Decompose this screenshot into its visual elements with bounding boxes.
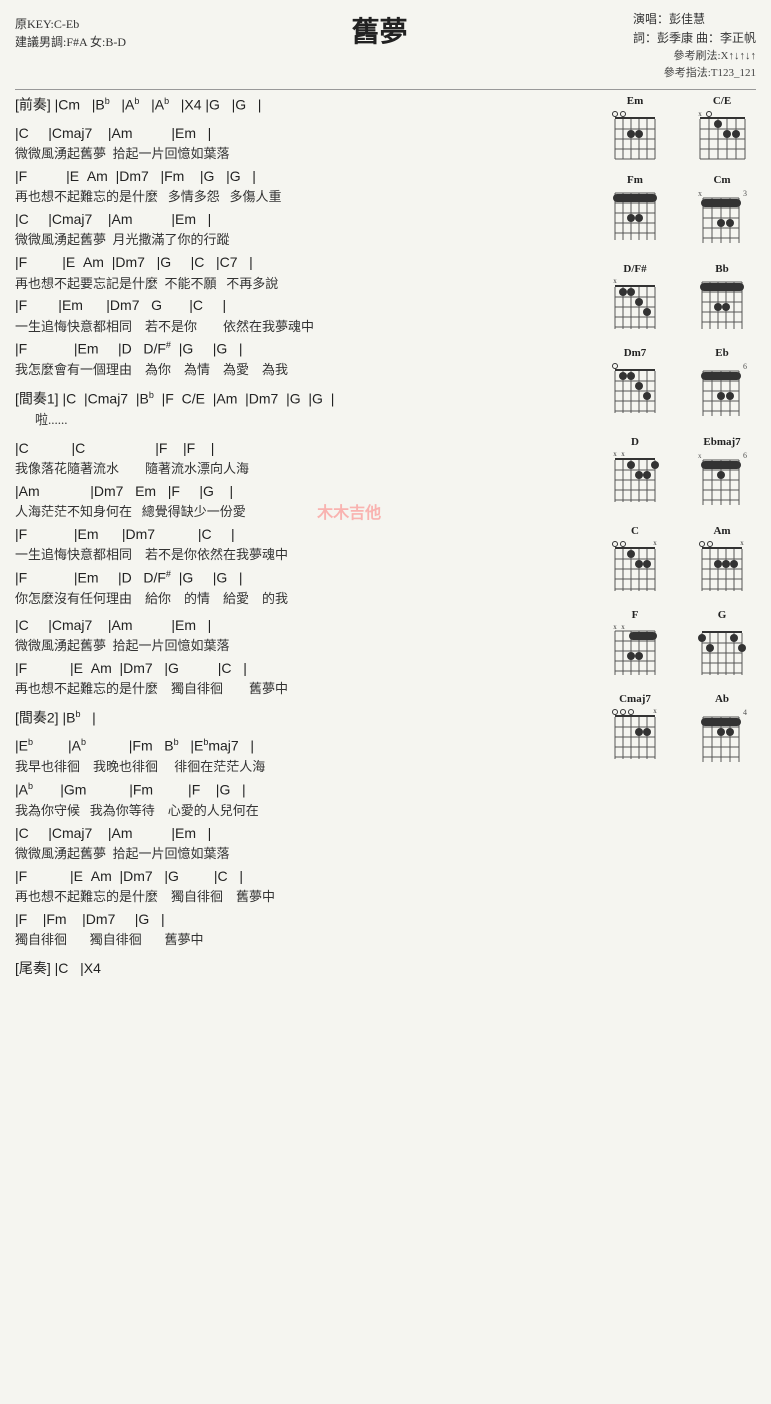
chord-am: Am x (688, 525, 756, 599)
svg-text:x: x (621, 623, 625, 631)
svg-text:x: x (621, 450, 625, 458)
interlude2: [間奏2] |Bb | (15, 708, 596, 728)
chord-row-3: D/F# x (601, 263, 756, 337)
chord-dm7: Dm7 (601, 347, 669, 426)
chord-em: Em (601, 95, 669, 164)
chord-g: G (688, 609, 756, 683)
key-info: 原KEY:C-Eb 建議男調:F#A 女:B-D (15, 10, 126, 51)
svg-text:6: 6 (743, 451, 747, 460)
svg-text:x: x (653, 539, 657, 547)
original-key: 原KEY:C-Eb (15, 15, 126, 33)
chord-bb: Bb (688, 263, 756, 337)
svg-text:x: x (613, 450, 617, 458)
verse1d: |F |E Am |Dm7 |G |C |C7 | 再也想不起要忘記是什麼 不能… (15, 253, 596, 293)
section-intro: [前奏] |Cm |Bb |Ab |Ab |X4 |G |G | (15, 95, 596, 115)
intro-label: [前奏] (15, 97, 55, 113)
chord-row-6: C x (601, 525, 756, 599)
verse3b: |F |E Am |Dm7 |G |C | 再也想不起難忘的是什麼 獨自徘徊 舊… (15, 659, 596, 699)
verse2c: |F |Em |Dm7 |C | 一生追悔快意都相同 若不是你依然在我夢魂中 (15, 525, 596, 565)
chord-diagrams: Em (601, 95, 756, 980)
score-area: [前奏] |Cm |Bb |Ab |Ab |X4 |G |G | |C |Cma… (15, 95, 596, 980)
intro-chords: [前奏] |Cm |Bb |Ab |Ab |X4 |G |G | (15, 95, 596, 115)
verse1f: |F |Em |D D/F# |G |G | 我怎麼會有一個理由 為你 為情 為… (15, 339, 596, 380)
chord-d: D x x (601, 436, 669, 515)
verse2a: |C |C |F |F | 我像落花隨著流水 隨著流水漂向人海 (15, 439, 596, 479)
svg-text:x: x (653, 707, 657, 715)
chord-ab: Ab 4 (688, 693, 756, 772)
suggestion-key: 建議男調:F#A 女:B-D (15, 33, 126, 51)
svg-text:x: x (613, 623, 617, 631)
verse1b: |F |E Am |Dm7 |Fm |G |G | 再也想不起難忘的是什麼 多情… (15, 167, 596, 207)
svg-text:4: 4 (743, 708, 747, 717)
header: 原KEY:C-Eb 建議男調:F#A 女:B-D 舊夢 演唱：彭佳慧 詞：彭季康… (15, 10, 756, 81)
chord-ebmaj7: Ebmaj7 6 x (688, 436, 756, 515)
verse2b: |Am |Dm7 Em |F |G | 人海茫茫不知身何在 總覺得缺少一份愛 木… (15, 482, 596, 522)
chord-cmaj7: Cmaj7 x (601, 693, 669, 772)
verse4c: |F |Fm |Dm7 |G | 獨自徘徊 獨自徘徊 舊夢中 (15, 910, 596, 950)
svg-text:3: 3 (743, 189, 747, 198)
verse2d: |F |Em |D D/F# |G |G | 你怎麼沒有任何理由 給你 的情 給… (15, 568, 596, 609)
verse1a: |C |Cmaj7 |Am |Em | 微微風湧起舊夢 拾起一片回憶如葉落 (15, 124, 596, 164)
chord-eb: Eb 6 (688, 347, 756, 426)
verse4a: |C |Cmaj7 |Am |Em | 微微風湧起舊夢 拾起一片回憶如葉落 (15, 824, 596, 864)
song-title: 舊夢 (126, 10, 633, 50)
chord-row-2: Fm (601, 174, 756, 253)
main-content: [前奏] |Cm |Bb |Ab |Ab |X4 |G |G | |C |Cma… (15, 95, 756, 980)
strumming-pattern: 參考刷法:X↑↓↑↓↑ 參考指法:T123_121 (633, 48, 756, 81)
chord-f: F x x (601, 609, 669, 683)
singer: 演唱：彭佳慧 (633, 10, 756, 29)
verse1c: |C |Cmaj7 |Am |Em | 微微風湧起舊夢 月光撒滿了你的行蹤 (15, 210, 596, 250)
page: 原KEY:C-Eb 建議男調:F#A 女:B-D 舊夢 演唱：彭佳慧 詞：彭季康… (0, 0, 771, 1404)
chord-ce: C/E (688, 95, 756, 164)
svg-text:x: x (698, 452, 702, 460)
chord-row-5: D x x (601, 436, 756, 515)
chord-dfsharp: D/F# x (601, 263, 669, 337)
performer-info: 演唱：彭佳慧 詞：彭季康 曲：李正帆 參考刷法:X↑↓↑↓↑ 參考指法:T123… (633, 10, 756, 81)
verse4b: |F |E Am |Dm7 |G |C | 再也想不起難忘的是什麼 獨自徘徊 舊… (15, 867, 596, 907)
outro: [尾奏] |C |X4 (15, 959, 596, 979)
bridge1: |Eb |Ab |Fm Bb |Ebmaj7 | 我早也徘徊 我晚也徘徊 徘徊在… (15, 736, 596, 777)
svg-text:x: x (613, 277, 617, 285)
verse3a: |C |Cmaj7 |Am |Em | 微微風湧起舊夢 拾起一片回憶如葉落 (15, 616, 596, 656)
verse1e: |F |Em |Dm7 G |C | 一生追悔快意都相同 若不是你 依然在我夢魂… (15, 296, 596, 336)
svg-text:6: 6 (743, 362, 747, 371)
header-divider (15, 89, 756, 90)
chord-row-4: Dm7 (601, 347, 756, 426)
credits: 詞：彭季康 曲：李正帆 (633, 29, 756, 48)
chord-row-7: F x x (601, 609, 756, 683)
svg-text:x: x (740, 539, 744, 547)
chord-row-1: Em (601, 95, 756, 164)
svg-text:x: x (698, 189, 702, 198)
chord-fm: Fm (601, 174, 669, 253)
chord-row-8: Cmaj7 x (601, 693, 756, 772)
chord-cm: Cm 3 x (688, 174, 756, 253)
svg-text:x: x (698, 110, 702, 118)
chord-c: C x (601, 525, 669, 599)
interlude1: [間奏1] |C |Cmaj7 |Bb |F C/E |Am |Dm7 |G |… (15, 389, 596, 430)
bridge2: |Ab |Gm |Fm |F |G | 我為你守候 我為你等待 心愛的人兒何在 (15, 780, 596, 821)
